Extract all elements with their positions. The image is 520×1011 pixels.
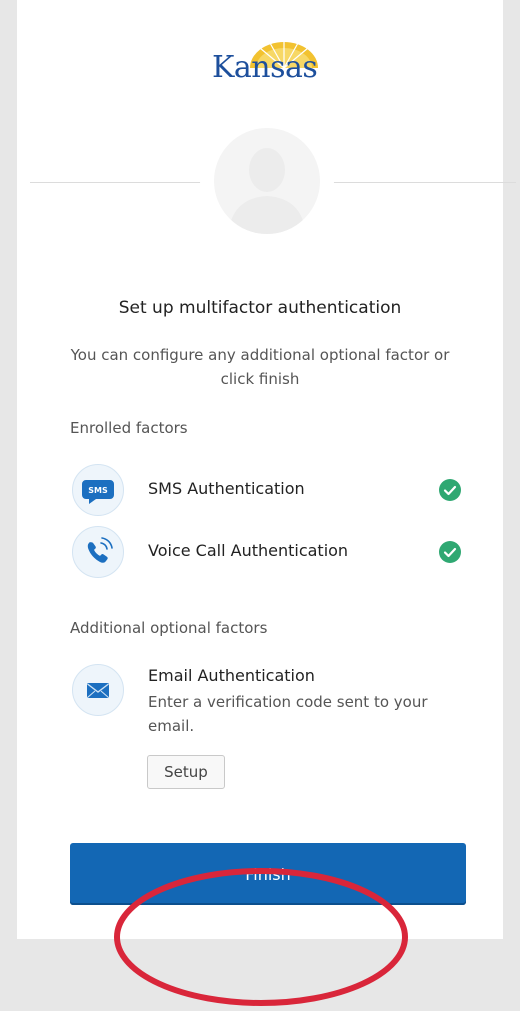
red-circle-annotation [114,868,408,1006]
